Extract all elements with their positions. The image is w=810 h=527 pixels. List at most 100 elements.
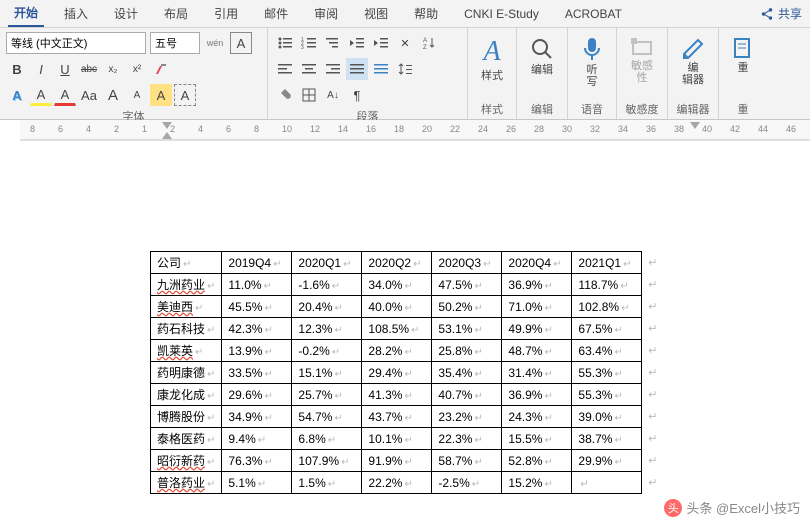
company-cell[interactable]: 康龙化成↵ [151, 384, 222, 406]
change-case-button[interactable]: Aa [78, 84, 100, 106]
value-cell[interactable]: 55.3%↵↵ [572, 384, 642, 406]
value-cell[interactable]: 35.4%↵ [432, 362, 502, 384]
value-cell[interactable]: 108.5%↵ [362, 318, 432, 340]
value-cell[interactable]: 76.3%↵ [222, 450, 292, 472]
value-cell[interactable]: 15.5%↵ [502, 428, 572, 450]
value-cell[interactable]: 1.5%↵ [292, 472, 362, 494]
align-center-button[interactable] [298, 58, 320, 80]
tab-help[interactable]: 帮助 [408, 1, 444, 26]
align-justify-button[interactable] [346, 58, 368, 80]
company-cell[interactable]: 药明康德↵ [151, 362, 222, 384]
value-cell[interactable]: 40.0%↵ [362, 296, 432, 318]
tab-review[interactable]: 审阅 [308, 1, 344, 26]
value-cell[interactable]: 24.3%↵ [502, 406, 572, 428]
value-cell[interactable]: 20.4%↵ [292, 296, 362, 318]
value-cell[interactable]: 36.9%↵ [502, 274, 572, 296]
tab-cnki[interactable]: CNKI E-Study [458, 3, 545, 25]
value-cell[interactable]: 5.1%↵ [222, 472, 292, 494]
value-cell[interactable]: 33.5%↵ [222, 362, 292, 384]
value-cell[interactable]: 43.7%↵ [362, 406, 432, 428]
company-cell[interactable]: 昭衍新药↵ [151, 450, 222, 472]
tab-home[interactable]: 开始 [8, 0, 44, 27]
company-cell[interactable]: 泰格医药↵ [151, 428, 222, 450]
enclosed-char-button[interactable]: A [150, 84, 172, 106]
value-cell[interactable]: 13.9%↵ [222, 340, 292, 362]
value-cell[interactable]: 63.4%↵↵ [572, 340, 642, 362]
sensitivity-button[interactable]: 敏感 性 [623, 32, 661, 88]
data-table[interactable]: 公司↵2019Q4↵2020Q1↵2020Q2↵2020Q3↵2020Q4↵20… [150, 251, 642, 494]
value-cell[interactable]: 31.4%↵ [502, 362, 572, 384]
value-cell[interactable]: 6.8%↵ [292, 428, 362, 450]
show-marks-button[interactable]: ¶ [346, 84, 368, 106]
right-indent-marker[interactable] [690, 122, 700, 129]
value-cell[interactable]: -1.6%↵ [292, 274, 362, 296]
tab-view[interactable]: 视图 [358, 1, 394, 26]
align-left-button[interactable] [274, 58, 296, 80]
value-cell[interactable]: 45.5%↵ [222, 296, 292, 318]
value-cell[interactable]: 67.5%↵↵ [572, 318, 642, 340]
borders-button[interactable] [298, 84, 320, 106]
company-cell[interactable]: 药石科技↵ [151, 318, 222, 340]
value-cell[interactable]: 54.7%↵ [292, 406, 362, 428]
value-cell[interactable]: 28.2%↵ [362, 340, 432, 362]
value-cell[interactable]: 29.4%↵ [362, 362, 432, 384]
multilevel-list-button[interactable] [322, 32, 344, 54]
company-cell[interactable]: 普洛药业↵ [151, 472, 222, 494]
value-cell[interactable]: 38.7%↵↵ [572, 428, 642, 450]
value-cell[interactable]: 11.0%↵ [222, 274, 292, 296]
value-cell[interactable]: 15.2%↵ [502, 472, 572, 494]
value-cell[interactable]: 34.9%↵ [222, 406, 292, 428]
phonetic-guide-button[interactable]: wén [204, 32, 226, 54]
company-cell[interactable]: 美迪西↵ [151, 296, 222, 318]
value-cell[interactable]: -2.5%↵ [432, 472, 502, 494]
company-cell[interactable]: 九洲药业↵ [151, 274, 222, 296]
value-cell[interactable]: 9.4%↵ [222, 428, 292, 450]
horizontal-ruler[interactable]: 8642124681012141618202224262830323436384… [20, 120, 810, 140]
value-cell[interactable]: 29.9%↵↵ [572, 450, 642, 472]
value-cell[interactable]: 47.5%↵ [432, 274, 502, 296]
value-cell[interactable]: 25.7%↵ [292, 384, 362, 406]
value-cell[interactable]: 36.9%↵ [502, 384, 572, 406]
reuse-button[interactable]: 重 [725, 32, 761, 78]
value-cell[interactable]: 58.7%↵ [432, 450, 502, 472]
asian-layout-button[interactable]: ✕ [394, 32, 416, 54]
table-header-cell[interactable]: 2021Q1↵↵ [572, 252, 642, 274]
sort-button[interactable]: AZ [418, 32, 440, 54]
value-cell[interactable]: 40.7%↵ [432, 384, 502, 406]
increase-indent-button[interactable] [370, 32, 392, 54]
bold-button[interactable]: B [6, 58, 28, 80]
value-cell[interactable]: 49.9%↵ [502, 318, 572, 340]
value-cell[interactable]: 55.3%↵↵ [572, 362, 642, 384]
tab-references[interactable]: 引用 [208, 1, 244, 26]
grow-font-button[interactable]: A [102, 84, 124, 106]
value-cell[interactable]: 42.3%↵ [222, 318, 292, 340]
table-header-cell[interactable]: 2020Q4↵ [502, 252, 572, 274]
value-cell[interactable]: 41.3%↵ [362, 384, 432, 406]
tab-mailings[interactable]: 邮件 [258, 1, 294, 26]
editor-button[interactable]: 编 辑器 [674, 32, 712, 90]
clear-format-button[interactable] [150, 58, 172, 80]
value-cell[interactable]: 22.3%↵ [432, 428, 502, 450]
value-cell[interactable]: 53.1%↵ [432, 318, 502, 340]
numbering-button[interactable]: 123 [298, 32, 320, 54]
table-header-cell[interactable]: 2019Q4↵ [222, 252, 292, 274]
table-header-cell[interactable]: 2020Q2↵ [362, 252, 432, 274]
table-header-cell[interactable]: 2020Q3↵ [432, 252, 502, 274]
align-right-button[interactable] [322, 58, 344, 80]
value-cell[interactable]: 91.9%↵ [362, 450, 432, 472]
value-cell[interactable]: 50.2%↵ [432, 296, 502, 318]
value-cell[interactable]: 48.7%↵ [502, 340, 572, 362]
edit-button[interactable]: 编辑 [523, 32, 561, 80]
value-cell[interactable]: -0.2%↵ [292, 340, 362, 362]
text-direction-button[interactable]: A↓ [322, 84, 344, 106]
shading-button[interactable] [274, 84, 296, 106]
value-cell[interactable]: 102.8%↵↵ [572, 296, 642, 318]
value-cell[interactable]: 22.2%↵ [362, 472, 432, 494]
tab-insert[interactable]: 插入 [58, 1, 94, 26]
font-name-select[interactable] [6, 32, 146, 54]
superscript-button[interactable]: x² [126, 58, 148, 80]
value-cell[interactable]: 10.1%↵ [362, 428, 432, 450]
highlight-button[interactable]: A [30, 84, 52, 106]
dictate-button[interactable]: 听 写 [574, 32, 610, 92]
text-effects-button[interactable]: A [6, 84, 28, 106]
